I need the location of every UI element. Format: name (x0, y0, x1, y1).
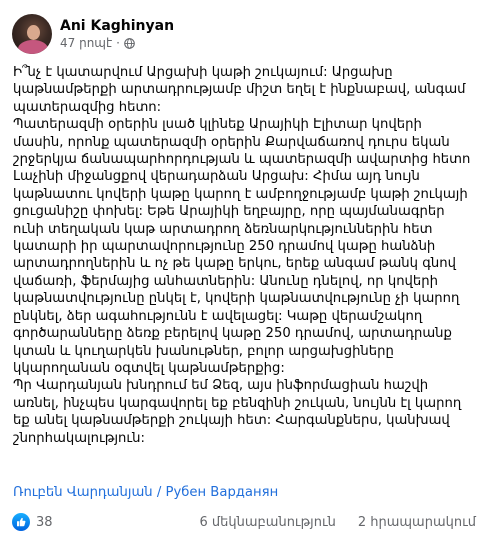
author-name[interactable]: Ani Kaghinyan (60, 17, 174, 35)
post-paragraph: Պատերազմի օրերին լսած կլինեք Արայիկի Էլի… (13, 117, 471, 376)
globe-icon (124, 37, 135, 49)
facebook-post: Ani Kaghinyan 47 րոպէ · Ի՞նչ է կատարվում… (0, 0, 488, 537)
signature-link[interactable]: Ռուբեն Վարդանյան / Рубен Варданян (13, 484, 278, 501)
post-header: Ani Kaghinyan 47 րոպէ · (12, 12, 174, 56)
post-paragraph: Ի՞նչ է կատարվում Արցախի կաթի շուկայում: … (13, 65, 466, 115)
share-count[interactable]: 2 հրապարակում (358, 515, 476, 530)
post-text: Ի՞նչ է կատարվում Արցախի կաթի շուկայում: … (13, 64, 475, 447)
like-count[interactable]: 38 (36, 515, 53, 530)
comment-count[interactable]: 6 մեկնաբանություն (200, 515, 336, 530)
post-paragraph: Պր Վարդանյան խնդրում եմ Ձեզ, այս ինֆորմա… (13, 378, 462, 446)
like-icon[interactable] (12, 513, 30, 531)
post-timestamp-row: 47 րոպէ · (60, 35, 174, 51)
author-avatar[interactable] (12, 14, 52, 54)
post-timestamp[interactable]: 47 րոպէ (60, 35, 112, 51)
post-meta: Ani Kaghinyan 47 րոպէ · (60, 17, 174, 51)
reactions-bar: 38 6 մեկնաբանություն 2 հրապարակում (12, 512, 476, 532)
separator-dot: · (116, 36, 120, 50)
